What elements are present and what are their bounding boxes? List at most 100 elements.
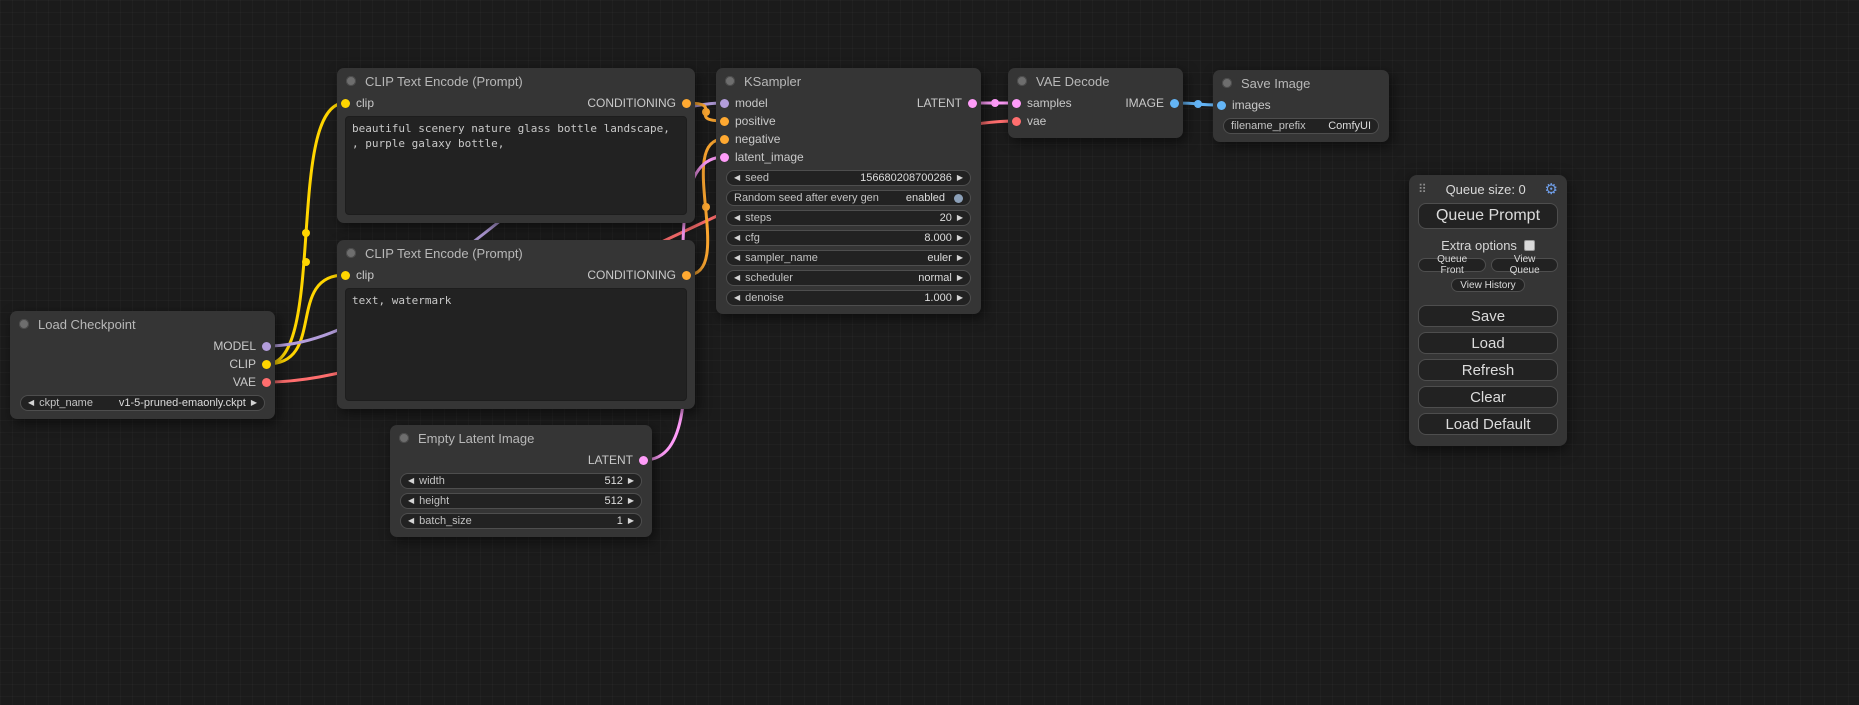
positive-input-dot[interactable] <box>720 117 729 126</box>
right-arrow-icon[interactable]: ▶ <box>957 214 963 222</box>
node-header[interactable]: CLIP Text Encode (Prompt) <box>337 240 695 266</box>
node-clip-text-encode-positive[interactable]: CLIP Text Encode (Prompt) clip CONDITION… <box>337 68 695 223</box>
graph-canvas[interactable]: Load Checkpoint MODEL CLIP VAE ◀ ckpt_na… <box>0 0 1859 705</box>
conditioning-output-dot[interactable] <box>682 99 691 108</box>
collapse-dot-icon[interactable] <box>19 319 29 329</box>
node-ksampler[interactable]: KSampler model LATENT positive negative … <box>716 68 981 314</box>
model-output-dot[interactable] <box>262 342 271 351</box>
input-port-positive: positive <box>716 112 981 130</box>
collapse-dot-icon[interactable] <box>1222 78 1232 88</box>
collapse-dot-icon[interactable] <box>399 433 409 443</box>
vae-input-dot[interactable] <box>1012 117 1021 126</box>
left-arrow-icon[interactable]: ◀ <box>408 497 414 505</box>
node-title: CLIP Text Encode (Prompt) <box>365 246 523 261</box>
conditioning-output-dot[interactable] <box>682 271 691 280</box>
collapse-dot-icon[interactable] <box>725 76 735 86</box>
left-arrow-icon[interactable]: ◀ <box>734 234 740 242</box>
extra-options-label: Extra options <box>1441 238 1517 253</box>
left-arrow-icon[interactable]: ◀ <box>408 477 414 485</box>
model-input-dot[interactable] <box>720 99 729 108</box>
extra-options-checkbox[interactable] <box>1524 240 1535 251</box>
left-arrow-icon[interactable]: ◀ <box>734 274 740 282</box>
latent-image-input-dot[interactable] <box>720 153 729 162</box>
widget-width[interactable]: ◀ width 512 ▶ <box>400 473 642 489</box>
widget-batch-size[interactable]: ◀ batch_size 1 ▶ <box>400 513 642 529</box>
right-arrow-icon[interactable]: ▶ <box>957 274 963 282</box>
left-arrow-icon[interactable]: ◀ <box>408 517 414 525</box>
latent-output-dot[interactable] <box>639 456 648 465</box>
output-port-model: MODEL <box>10 337 275 355</box>
right-arrow-icon[interactable]: ▶ <box>628 517 634 525</box>
widget-scheduler[interactable]: ◀ scheduler normal ▶ <box>726 270 971 286</box>
image-output-dot[interactable] <box>1170 99 1179 108</box>
link-midpoint-dot <box>702 108 710 116</box>
node-header[interactable]: Empty Latent Image <box>390 425 652 451</box>
collapse-dot-icon[interactable] <box>1017 76 1027 86</box>
right-arrow-icon[interactable]: ▶ <box>957 234 963 242</box>
output-port-clip: CLIP <box>10 355 275 373</box>
left-arrow-icon[interactable]: ◀ <box>28 399 34 407</box>
toggle-knob[interactable] <box>954 194 963 203</box>
node-empty-latent-image[interactable]: Empty Latent Image LATENT ◀ width 512 ▶ … <box>390 425 652 537</box>
clip-input-dot[interactable] <box>341 99 350 108</box>
port-row-samples-image: samples IMAGE <box>1008 94 1183 112</box>
collapse-dot-icon[interactable] <box>346 76 356 86</box>
drag-handle-icon[interactable]: ⠿ <box>1418 182 1427 196</box>
left-arrow-icon[interactable]: ◀ <box>734 174 740 182</box>
widget-steps[interactable]: ◀ steps 20 ▶ <box>726 210 971 226</box>
node-header[interactable]: Save Image <box>1213 70 1389 96</box>
load-button[interactable]: Load <box>1418 332 1558 354</box>
negative-input-dot[interactable] <box>720 135 729 144</box>
node-clip-text-encode-negative[interactable]: CLIP Text Encode (Prompt) clip CONDITION… <box>337 240 695 409</box>
widget-height[interactable]: ◀ height 512 ▶ <box>400 493 642 509</box>
clear-button[interactable]: Clear <box>1418 386 1558 408</box>
node-save-image[interactable]: Save Image images filename_prefix ComfyU… <box>1213 70 1389 142</box>
view-history-button[interactable]: View History <box>1451 278 1524 292</box>
right-arrow-icon[interactable]: ▶ <box>251 399 257 407</box>
widget-filename-prefix[interactable]: filename_prefix ComfyUI <box>1223 118 1379 134</box>
save-button[interactable]: Save <box>1418 305 1558 327</box>
node-title: CLIP Text Encode (Prompt) <box>365 74 523 89</box>
node-vae-decode[interactable]: VAE Decode samples IMAGE vae <box>1008 68 1183 138</box>
node-header[interactable]: VAE Decode <box>1008 68 1183 94</box>
latent-output-dot[interactable] <box>968 99 977 108</box>
refresh-button[interactable]: Refresh <box>1418 359 1558 381</box>
queue-front-button[interactable]: Queue Front <box>1418 258 1486 272</box>
right-arrow-icon[interactable]: ▶ <box>957 254 963 262</box>
vae-output-dot[interactable] <box>262 378 271 387</box>
clip-output-dot[interactable] <box>262 360 271 369</box>
widget-sampler-name[interactable]: ◀ sampler_name euler ▶ <box>726 250 971 266</box>
widget-cfg[interactable]: ◀ cfg 8.000 ▶ <box>726 230 971 246</box>
node-load-checkpoint[interactable]: Load Checkpoint MODEL CLIP VAE ◀ ckpt_na… <box>10 311 275 419</box>
node-header[interactable]: KSampler <box>716 68 981 94</box>
link-midpoint-dot <box>991 99 999 107</box>
prompt-textarea[interactable]: beautiful scenery nature glass bottle la… <box>345 116 687 215</box>
widget-denoise[interactable]: ◀ denoise 1.000 ▶ <box>726 290 971 306</box>
port-row-model-latent: model LATENT <box>716 94 981 112</box>
input-port-negative: negative <box>716 130 981 148</box>
prompt-textarea[interactable]: text, watermark <box>345 288 687 401</box>
load-default-button[interactable]: Load Default <box>1418 413 1558 435</box>
input-port-latent-image: latent_image <box>716 148 981 166</box>
queue-prompt-button[interactable]: Queue Prompt <box>1418 203 1558 229</box>
node-header[interactable]: CLIP Text Encode (Prompt) <box>337 68 695 94</box>
left-arrow-icon[interactable]: ◀ <box>734 254 740 262</box>
output-port-vae: VAE <box>10 373 275 391</box>
images-input-dot[interactable] <box>1217 101 1226 110</box>
right-arrow-icon[interactable]: ▶ <box>957 294 963 302</box>
samples-input-dot[interactable] <box>1012 99 1021 108</box>
node-header[interactable]: Load Checkpoint <box>10 311 275 337</box>
link-midpoint-dot <box>1194 100 1202 108</box>
left-arrow-icon[interactable]: ◀ <box>734 214 740 222</box>
settings-gear-icon[interactable]: ⚙ <box>1545 180 1558 198</box>
clip-input-dot[interactable] <box>341 271 350 280</box>
collapse-dot-icon[interactable] <box>346 248 356 258</box>
widget-random-seed-toggle[interactable]: Random seed after every gen enabled <box>726 190 971 206</box>
right-arrow-icon[interactable]: ▶ <box>957 174 963 182</box>
widget-seed[interactable]: ◀ seed 156680208700286 ▶ <box>726 170 971 186</box>
right-arrow-icon[interactable]: ▶ <box>628 477 634 485</box>
widget-ckpt-name[interactable]: ◀ ckpt_name v1-5-pruned-emaonly.ckpt ▶ <box>20 395 265 411</box>
left-arrow-icon[interactable]: ◀ <box>734 294 740 302</box>
right-arrow-icon[interactable]: ▶ <box>628 497 634 505</box>
view-queue-button[interactable]: View Queue <box>1491 258 1558 272</box>
